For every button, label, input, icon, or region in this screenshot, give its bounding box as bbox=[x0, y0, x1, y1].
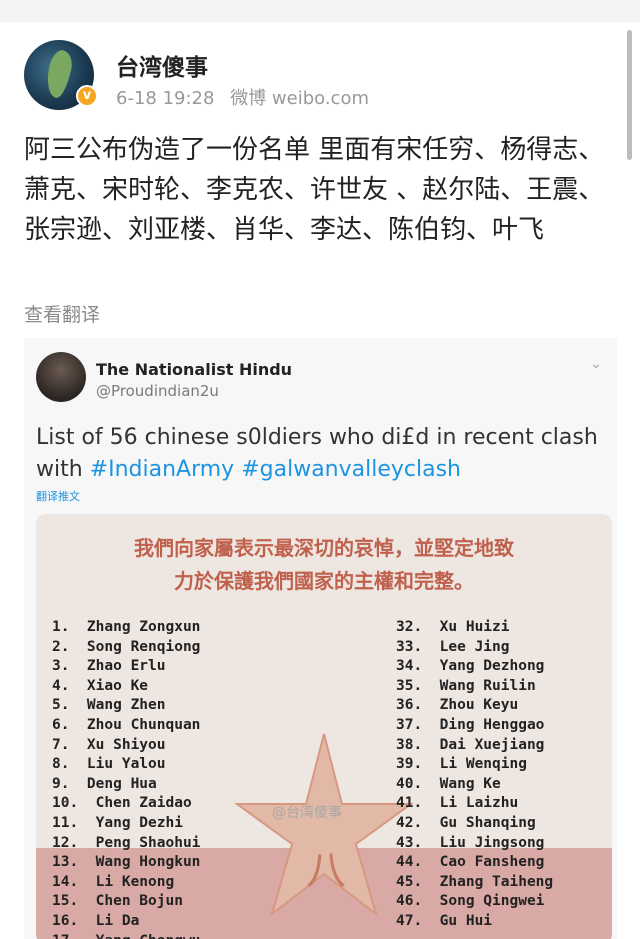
list-item: 13. Wang Hongkun bbox=[52, 854, 201, 871]
tweet-avatar bbox=[36, 352, 86, 402]
list-item: 12. Peng Shaohui bbox=[52, 834, 201, 851]
list-item: 2. Song Renqiong bbox=[52, 638, 201, 655]
list-item: 3. Zhao Erlu bbox=[52, 658, 166, 675]
list-item: 33. Lee Jing bbox=[396, 638, 510, 655]
heading-line-2: 力於保護我們國家的主權和完整。 bbox=[174, 569, 474, 593]
condolence-heading: 我們向家屬表示最深切的哀悼，並堅定地致 力於保護我們國家的主權和完整。 bbox=[36, 532, 612, 598]
list-item: 36. Zhou Keyu bbox=[396, 697, 519, 714]
scrollbar[interactable] bbox=[627, 30, 632, 160]
post-text: 阿三公布伪造了一份名单 里面有宋任穷、杨得志、萧克、宋时轮、李克农、许世友 、赵… bbox=[24, 135, 605, 245]
list-item: 14. Li Kenong bbox=[52, 873, 175, 890]
list-item: 41. Li Laizhu bbox=[396, 795, 519, 812]
taiwan-island-icon bbox=[43, 48, 75, 100]
hashtag-galwanvalleyclash: #galwanvalleyclash bbox=[241, 457, 461, 482]
weibo-watermark: @台湾傻事 bbox=[272, 805, 342, 821]
svg-text:八: 八 bbox=[306, 848, 346, 894]
heading-line-1: 我們向家屬表示最深切的哀悼，並堅定地致 bbox=[134, 536, 514, 560]
list-item: 39. Li Wenqing bbox=[396, 756, 527, 773]
list-item: 35. Wang Ruilin bbox=[396, 677, 536, 694]
list-item: 34. Yang Dezhong bbox=[396, 658, 545, 675]
post-meta: 6-18 19:28 微博 weibo.com bbox=[116, 84, 369, 110]
list-item: 9. Deng Hua bbox=[52, 775, 157, 792]
list-item: 7. Xu Shiyou bbox=[52, 736, 166, 753]
list-item: 10. Chen Zaidao bbox=[52, 795, 192, 812]
list-item: 38. Dai Xuejiang bbox=[396, 736, 545, 753]
tweet-author-handle: @Proudindian2u bbox=[96, 382, 219, 400]
list-item: 43. Liu Jingsong bbox=[396, 834, 545, 851]
post-username[interactable]: 台湾傻事 bbox=[116, 48, 208, 82]
list-item: 5. Wang Zhen bbox=[52, 697, 166, 714]
list-item: 4. Xiao Ke bbox=[52, 677, 149, 694]
list-item: 6. Zhou Chunquan bbox=[52, 716, 201, 733]
list-item: 11. Yang Dezhi bbox=[52, 814, 183, 831]
names-list-right: 32. Xu Huizi 33. Lee Jing 34. Yang Dezhong… bbox=[396, 618, 553, 932]
list-item: 45. Zhang Taiheng bbox=[396, 873, 554, 890]
hashtag-indianarmy: #IndianArmy bbox=[89, 457, 235, 482]
tweet-author-name: The Nationalist Hindu bbox=[96, 360, 293, 379]
tweet-text: List of 56 chinese s0ldiers who di£d in … bbox=[36, 422, 616, 486]
list-item: 8. Liu Yalou bbox=[52, 756, 166, 773]
list-item: 32. Xu Huizi bbox=[396, 619, 510, 635]
list-item: 1. Zhang Zongxun bbox=[52, 619, 201, 635]
view-translation-link[interactable]: 查看翻译 bbox=[24, 300, 100, 327]
soldier-list-image: 八 @台湾傻事 我們向家屬表示最深切的哀悼，並堅定地致 力於保護我們國家的主權和… bbox=[36, 514, 612, 939]
post-source: 微博 weibo.com bbox=[230, 88, 369, 109]
chevron-down-icon: ⌄ bbox=[590, 356, 602, 372]
list-item: 37. Ding Henggao bbox=[396, 716, 545, 733]
list-item: 40. Wang Ke bbox=[396, 775, 501, 792]
status-bar bbox=[0, 0, 640, 22]
list-item: 15. Chen Bojun bbox=[52, 893, 183, 910]
list-item: 44. Cao Fansheng bbox=[396, 854, 545, 871]
list-item: 46. Song Qingwei bbox=[396, 893, 545, 910]
names-list-left: 1. Zhang Zongxun 2. Song Renqiong 3. Zhao … bbox=[52, 618, 200, 939]
list-item: 16. Li Da bbox=[52, 912, 140, 929]
post-timestamp: 6-18 19:28 bbox=[116, 88, 215, 109]
list-item: 47. Gu Hui bbox=[396, 912, 493, 929]
list-item: 17. Yang Chengwu bbox=[52, 932, 200, 939]
verified-badge-icon: v bbox=[76, 85, 98, 107]
embedded-tweet-image[interactable]: The Nationalist Hindu @Proudindian2u ⌄ L… bbox=[24, 338, 617, 939]
list-item: 42. Gu Shanqing bbox=[396, 814, 536, 831]
translate-tweet-link: 翻译推文 bbox=[36, 490, 80, 503]
